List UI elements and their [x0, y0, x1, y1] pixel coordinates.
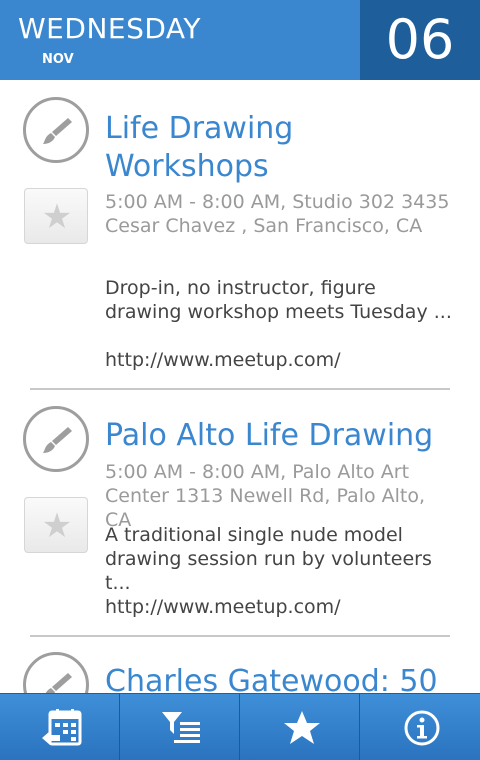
event-title[interactable]: Life Drawing Workshops	[105, 110, 460, 186]
event-description: Drop-in, no instructor, figure drawing w…	[105, 277, 452, 323]
divider	[30, 635, 450, 637]
event-description: A traditional single nude model drawing …	[105, 524, 432, 594]
event-list[interactable]: ★ Life Drawing Workshops 5:00 AM - 8:00 …	[0, 80, 480, 693]
info-button[interactable]	[359, 694, 479, 760]
day-number: 06	[385, 8, 455, 71]
star-icon: ★	[41, 197, 73, 237]
month-label: NOV	[42, 52, 74, 67]
calendar-back-icon	[42, 709, 82, 746]
date-header: WEDNESDAY NOV 06	[0, 0, 480, 80]
favorite-star-button[interactable]: ★	[24, 497, 88, 553]
divider	[30, 388, 450, 390]
paintbrush-icon	[23, 406, 89, 472]
paintbrush-icon	[23, 97, 89, 163]
info-icon	[404, 710, 440, 746]
filter-list-button[interactable]	[119, 694, 239, 760]
event-link[interactable]: http://www.meetup.com/	[105, 595, 455, 619]
day-number-box: 06	[360, 0, 480, 80]
event-time-location: 5:00 AM - 8:00 AM, Studio 302 3435 Cesar…	[105, 191, 450, 237]
event-title[interactable]: Palo Alto Life Drawing	[105, 417, 460, 455]
bottom-toolbar	[0, 693, 480, 760]
paintbrush-icon	[23, 652, 89, 693]
favorites-button[interactable]	[239, 694, 359, 760]
event-title[interactable]: Charles Gatewood: 50	[105, 663, 460, 693]
filter-list-icon	[162, 712, 200, 743]
day-of-week: WEDNESDAY	[18, 12, 201, 45]
favorite-star-button[interactable]: ★	[24, 188, 88, 244]
event-time-location: 5:00 AM - 8:00 AM, Palo Alto Art Center …	[105, 461, 426, 531]
star-icon: ★	[41, 506, 73, 546]
calendar-back-button[interactable]	[0, 694, 120, 760]
star-icon	[284, 711, 320, 744]
event-link[interactable]: http://www.meetup.com/	[105, 348, 455, 372]
